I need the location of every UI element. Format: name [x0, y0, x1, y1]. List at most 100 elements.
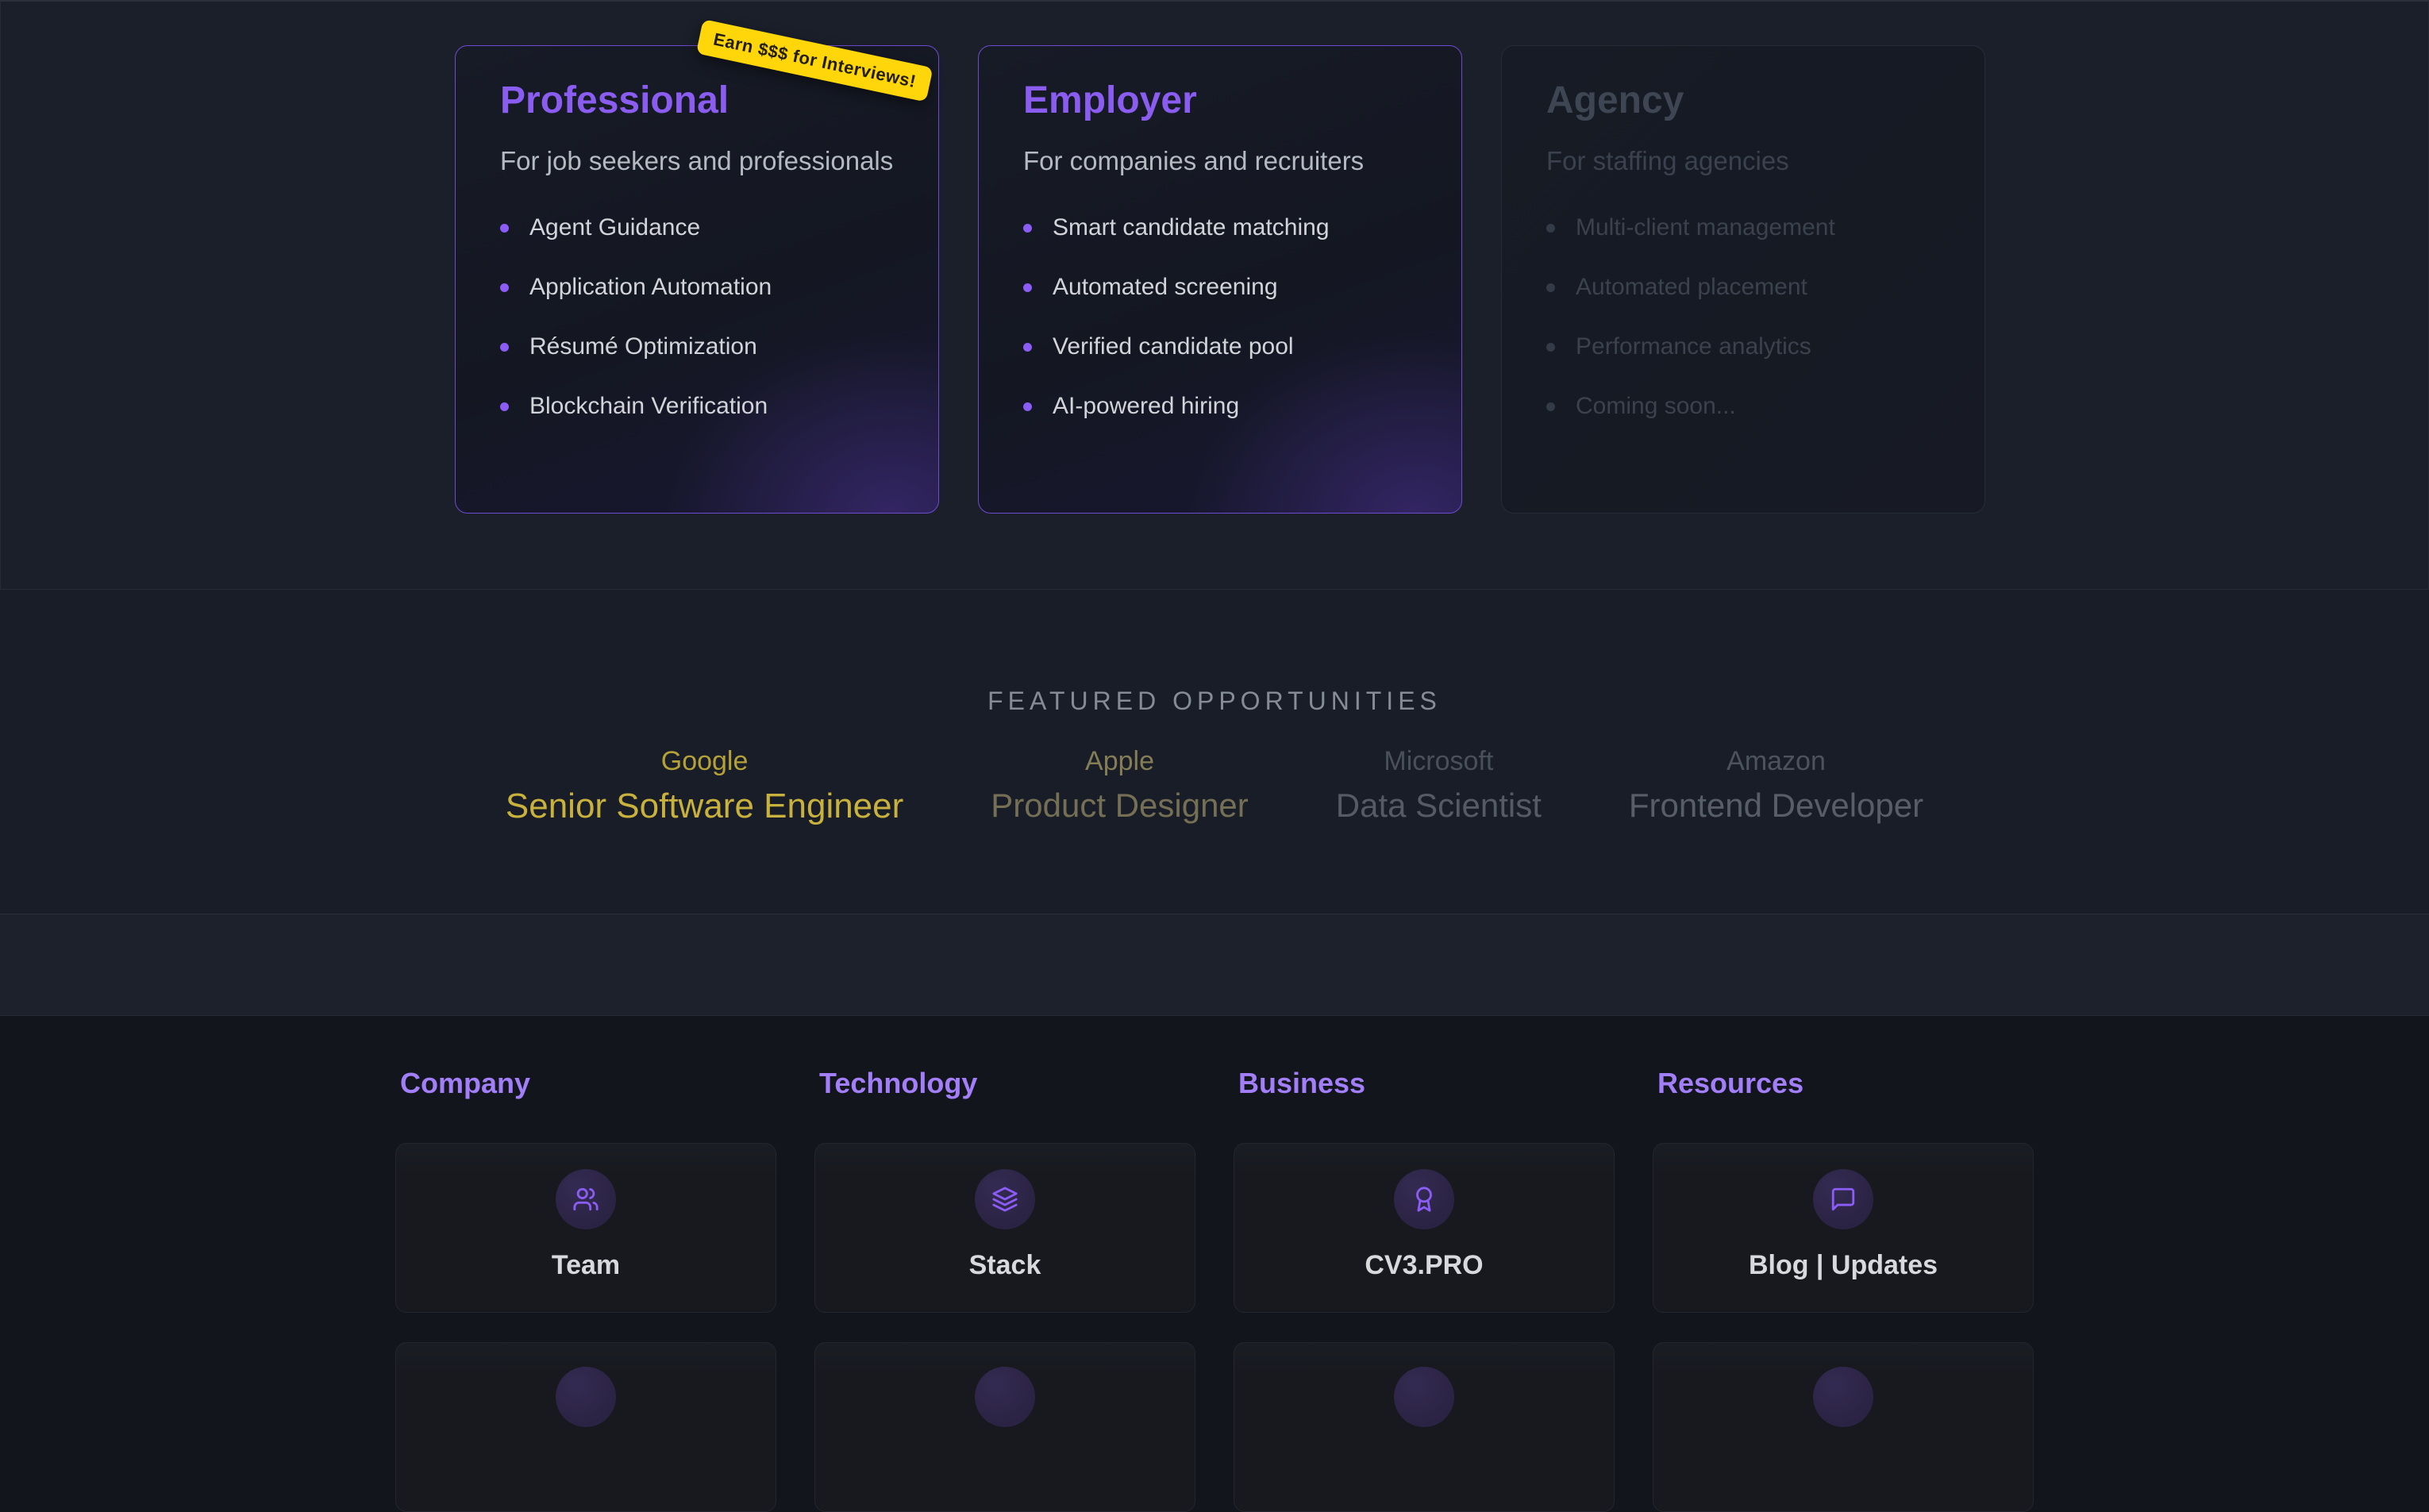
icon-circle — [975, 1169, 1035, 1229]
job-item-apple[interactable]: Apple Product Designer — [991, 746, 1249, 826]
bullet-dot — [500, 343, 509, 352]
footer-column-resources: Resources Blog | Updates — [1653, 1016, 2034, 1512]
plan-feature-list: Agent Guidance Application Automation Ré… — [500, 214, 894, 420]
plan-title: Employer — [1023, 78, 1417, 124]
bullet-dot — [1023, 402, 1032, 411]
bullet-dot — [500, 283, 509, 292]
plan-feature-label: Verified candidate pool — [1053, 333, 1294, 360]
plan-feature-label: Multi-client management — [1576, 214, 1835, 241]
plan-feature: Smart candidate matching — [1023, 214, 1417, 241]
plan-feature: Performance analytics — [1546, 333, 1940, 360]
plan-feature: Résumé Optimization — [500, 333, 894, 360]
footer-card-partial[interactable] — [814, 1342, 1195, 1512]
icon-circle — [1813, 1367, 1873, 1427]
message-icon — [1830, 1186, 1857, 1213]
plan-card-employer[interactable]: Employer For companies and recruiters Sm… — [978, 45, 1462, 514]
icon-circle — [556, 1367, 616, 1427]
plan-feature: Blockchain Verification — [500, 393, 894, 420]
bullet-dot — [500, 402, 509, 411]
plan-feature-label: AI-powered hiring — [1053, 393, 1239, 420]
icon-circle — [556, 1169, 616, 1229]
plan-feature-label: Performance analytics — [1576, 333, 1811, 360]
plan-feature-list: Multi-client management Automated placem… — [1546, 214, 1940, 420]
footer-column-business: Business CV3.PRO — [1234, 1016, 1615, 1512]
footer-column-heading: Resources — [1657, 1067, 2034, 1100]
plan-feature-label: Automated placement — [1576, 274, 1807, 301]
footer-card-team[interactable]: Team — [395, 1143, 776, 1313]
bullet-dot — [1023, 224, 1032, 233]
footer-card-partial[interactable] — [395, 1342, 776, 1512]
bullet-dot — [1546, 283, 1555, 292]
footer-column-company: Company Team — [395, 1016, 776, 1512]
plan-feature: Verified candidate pool — [1023, 333, 1417, 360]
featured-opportunities-section: FEATURED OPPORTUNITIES Google Senior Sof… — [0, 590, 2429, 914]
plan-feature-list: Smart candidate matching Automated scree… — [1023, 214, 1417, 420]
footer-card-stack[interactable]: Stack — [814, 1143, 1195, 1313]
plan-title: Professional — [500, 78, 894, 124]
footer-card-label: Blog | Updates — [1653, 1250, 2033, 1281]
icon-circle — [975, 1367, 1035, 1427]
footer-card-blog[interactable]: Blog | Updates — [1653, 1143, 2034, 1313]
plan-feature-label: Smart candidate matching — [1053, 214, 1330, 241]
footer-card-cv3pro[interactable]: CV3.PRO — [1234, 1143, 1615, 1313]
plan-feature-label: Blockchain Verification — [529, 393, 768, 420]
job-company: Microsoft — [1336, 746, 1542, 777]
plan-feature-label: Résumé Optimization — [529, 333, 757, 360]
footer-card-label: Stack — [815, 1250, 1195, 1281]
footer-column-technology: Technology Stack — [814, 1016, 1195, 1512]
plan-feature-label: Coming soon... — [1576, 393, 1736, 420]
icon-circle — [1394, 1367, 1454, 1427]
job-title: Senior Software Engineer — [506, 787, 903, 826]
plan-subtitle: For companies and recruiters — [1023, 144, 1417, 179]
featured-heading: FEATURED OPPORTUNITIES — [0, 590, 2429, 716]
plan-title: Agency — [1546, 78, 1940, 124]
plan-feature-label: Agent Guidance — [529, 214, 700, 241]
job-title: Frontend Developer — [1629, 787, 1923, 825]
plan-subtitle: For staffing agencies — [1546, 144, 1940, 179]
layers-icon — [991, 1186, 1018, 1213]
plan-feature-label: Application Automation — [529, 274, 772, 301]
bullet-dot — [1546, 343, 1555, 352]
footer-grid: Company Team Technology — [395, 1016, 2034, 1512]
pricing-landing-page: Earn $$$ for Interviews! Professional Fo… — [0, 0, 2429, 1366]
footer-card-partial[interactable] — [1653, 1342, 2034, 1512]
footer-column-heading: Technology — [819, 1067, 1195, 1100]
job-title: Data Scientist — [1336, 787, 1542, 825]
job-item-microsoft[interactable]: Microsoft Data Scientist — [1336, 746, 1542, 826]
plan-feature: Coming soon... — [1546, 393, 1940, 420]
footer-column-heading: Company — [400, 1067, 776, 1100]
plan-feature: Multi-client management — [1546, 214, 1940, 241]
users-icon — [572, 1186, 599, 1213]
plan-card-professional[interactable]: Professional For job seekers and profess… — [455, 45, 939, 514]
plans-section: Earn $$$ for Interviews! Professional Fo… — [0, 0, 2429, 590]
bullet-dot — [1023, 283, 1032, 292]
footer-card-label: Team — [396, 1250, 776, 1281]
award-icon — [1411, 1186, 1438, 1213]
plan-feature: Application Automation — [500, 274, 894, 301]
job-item-amazon[interactable]: Amazon Frontend Developer — [1629, 746, 1923, 826]
bullet-dot — [1546, 224, 1555, 233]
plan-card-agency: Agency For staffing agencies Multi-clien… — [1501, 45, 1985, 514]
plan-feature: Automated screening — [1023, 274, 1417, 301]
job-company: Google — [506, 746, 903, 777]
bullet-dot — [500, 224, 509, 233]
plan-feature-label: Automated screening — [1053, 274, 1278, 301]
icon-circle — [1394, 1169, 1454, 1229]
featured-jobs-row: Google Senior Software Engineer Apple Pr… — [0, 746, 2429, 826]
plan-feature: Automated placement — [1546, 274, 1940, 301]
icon-circle — [1813, 1169, 1873, 1229]
plan-feature: Agent Guidance — [500, 214, 894, 241]
divider-band — [0, 914, 2429, 1016]
plan-subtitle: For job seekers and professionals — [500, 144, 894, 179]
job-item-google[interactable]: Google Senior Software Engineer — [506, 746, 903, 826]
plan-cards-row: Professional For job seekers and profess… — [455, 45, 1985, 514]
job-company: Apple — [991, 746, 1249, 777]
footer-card-label: CV3.PRO — [1234, 1250, 1614, 1281]
bullet-dot — [1546, 402, 1555, 411]
plan-feature: AI-powered hiring — [1023, 393, 1417, 420]
footer-card-partial[interactable] — [1234, 1342, 1615, 1512]
footer-column-heading: Business — [1238, 1067, 1615, 1100]
job-title: Product Designer — [991, 787, 1249, 825]
job-company: Amazon — [1629, 746, 1923, 777]
footer: Company Team Technology — [0, 1016, 2429, 1366]
